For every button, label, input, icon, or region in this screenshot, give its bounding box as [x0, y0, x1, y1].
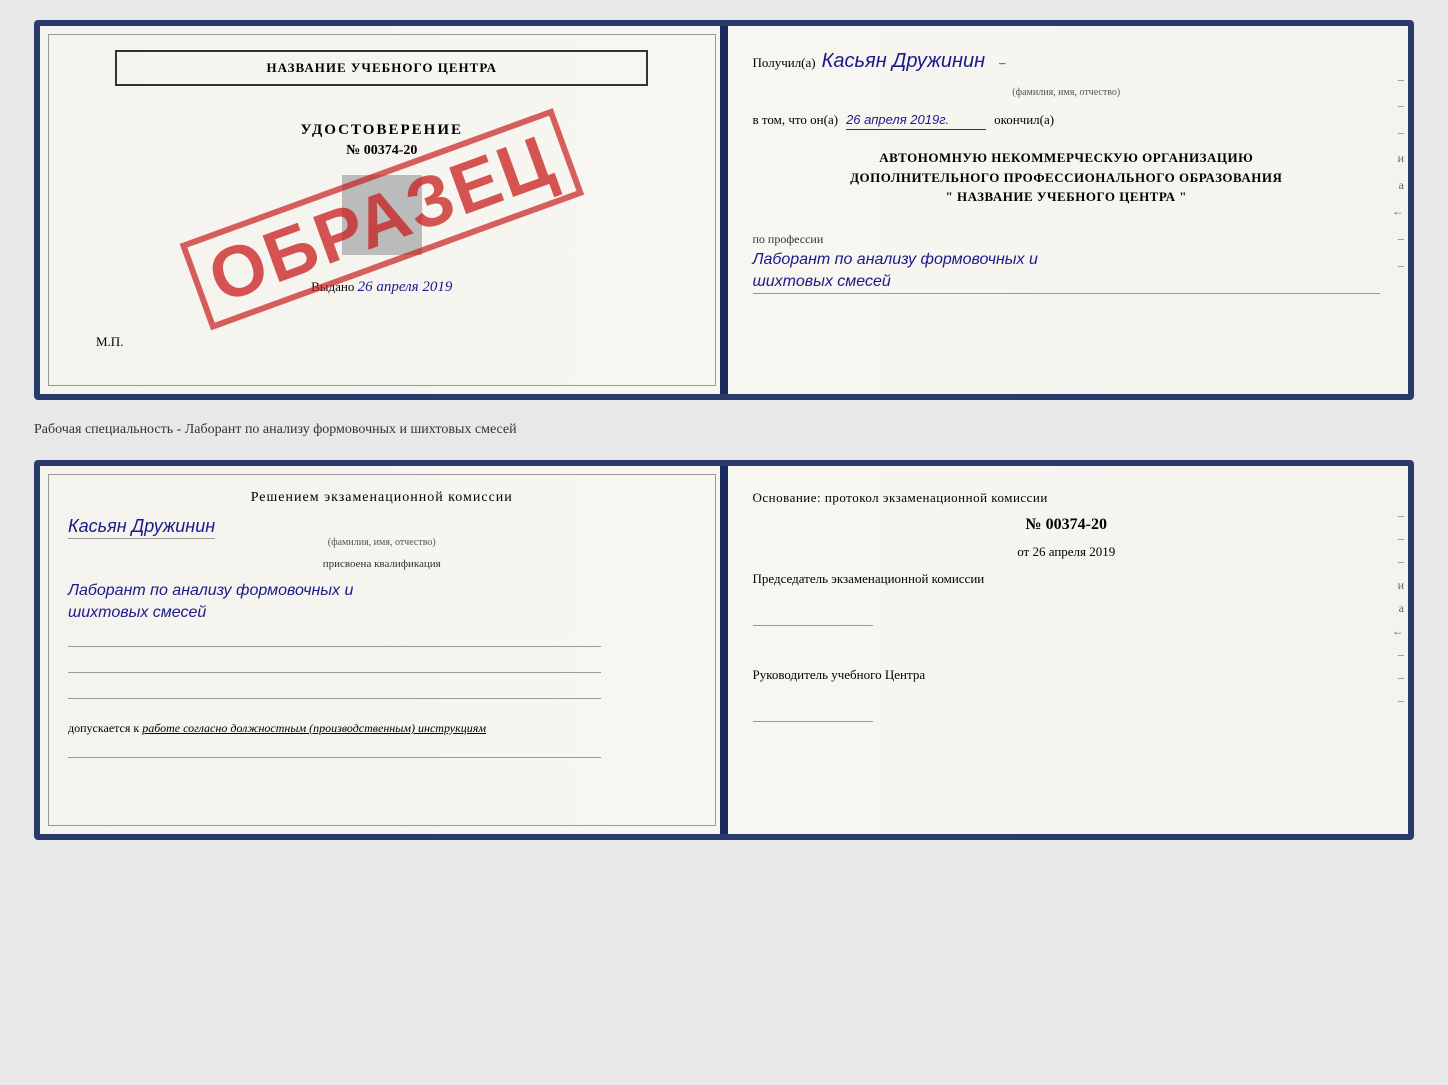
- qual-side-dash-8: –: [1390, 670, 1404, 685]
- side-dash-4: и: [1390, 151, 1404, 166]
- dopuskaetsya-block: допускается к работе согласно должностны…: [68, 721, 696, 736]
- cert-vydano: Выдано 26 апреля 2019: [311, 279, 452, 296]
- document-container: НАЗВАНИЕ УЧЕБНОГО ЦЕНТРА ОБРАЗЕЦ УДОСТОВ…: [34, 20, 1414, 840]
- qual-left-page: Решением экзаменационной комиссии Касьян…: [40, 466, 725, 834]
- cert-mp: М.П.: [96, 334, 123, 350]
- cert-right-content: Получил(а) Касьян Дружинин – (фамилия, и…: [753, 50, 1381, 294]
- protocol-date: от 26 апреля 2019: [753, 544, 1381, 560]
- side-dash-1: –: [1390, 72, 1404, 87]
- dopusk-description: работе согласно должностным (производств…: [142, 721, 486, 735]
- osnovanie-title: Основание: протокол экзаменационной коми…: [753, 490, 1381, 506]
- poluchil-row: Получил(а) Касьян Дружинин –: [753, 50, 1381, 73]
- ot-label: от: [1017, 544, 1029, 559]
- qual-side-dash-6: ←: [1390, 624, 1404, 639]
- org-line2: ДОПОЛНИТЕЛЬНОГО ПРОФЕССИОНАЛЬНОГО ОБРАЗО…: [753, 168, 1381, 188]
- side-dash-3: –: [1390, 125, 1404, 140]
- qual-side-dash-5: а: [1390, 601, 1404, 616]
- komissia-title: Решением экзаменационной комиссии: [68, 490, 696, 506]
- ot-date: 26 апреля 2019: [1032, 544, 1115, 559]
- po-professii-label: по профессии: [753, 232, 824, 246]
- qual-right-content: Основание: протокол экзаменационной коми…: [753, 490, 1381, 726]
- profession-name: Лаборант по анализу формовочных и шихтов…: [753, 249, 1381, 295]
- cert-udost-block: УДОСТОВЕРЕНИЕ № 00374-20: [301, 122, 464, 159]
- qualification-book: Решением экзаменационной комиссии Касьян…: [34, 460, 1414, 840]
- qual-name-block: Касьян Дружинин (фамилия, имя, отчество): [68, 516, 696, 548]
- qual-side-dash-9: –: [1390, 693, 1404, 708]
- cert-number: № 00374-20: [301, 143, 464, 159]
- certificate-book: НАЗВАНИЕ УЧЕБНОГО ЦЕНТРА ОБРАЗЕЦ УДОСТОВ…: [34, 20, 1414, 400]
- spacer: [753, 640, 1381, 656]
- recipient-name: Касьян Дружинин: [822, 50, 985, 73]
- qual-underline-4: [68, 750, 601, 758]
- poluchil-label: Получил(а): [753, 55, 816, 71]
- cert-right-page: Получил(а) Касьян Дружинин – (фамилия, и…: [725, 26, 1409, 394]
- rukovod-sign-line: [753, 698, 873, 722]
- side-dash-2: –: [1390, 98, 1404, 113]
- qual-profession-line1: Лаборант по анализу формовочных и шихтов…: [68, 580, 696, 625]
- cert-title: НАЗВАНИЕ УЧЕБНОГО ЦЕНТРА: [266, 60, 497, 75]
- qual-underline-1: [68, 639, 601, 647]
- predsedatel-sign-line: [753, 602, 873, 626]
- prisvoena-label: присвоена квалификация: [68, 558, 696, 570]
- middle-label: Рабочая специальность - Лаборант по анал…: [34, 416, 1414, 444]
- cert-title-box: НАЗВАНИЕ УЧЕБНОГО ЦЕНТРА: [115, 50, 648, 86]
- predsedatel-label: Председатель экзаменационной комиссии: [753, 570, 1381, 588]
- qual-recipient-name: Касьян Дружинин: [68, 516, 215, 539]
- dopuskaetsya-label: допускается к: [68, 721, 139, 735]
- qual-side-dash-3: –: [1390, 554, 1404, 569]
- protocol-number: № 00374-20: [753, 516, 1381, 534]
- vtom-label: в том, что он(а): [753, 112, 839, 128]
- okончил-label: окончил(а): [994, 112, 1054, 128]
- qual-prof-block: Лаборант по анализу формовочных и шихтов…: [68, 580, 696, 625]
- cert-left-page: НАЗВАНИЕ УЧЕБНОГО ЦЕНТРА ОБРАЗЕЦ УДОСТОВ…: [40, 26, 725, 394]
- qual-side-dash-1: –: [1390, 508, 1404, 523]
- qual-side-dash-7: –: [1390, 647, 1404, 662]
- profession-block: по профессии Лаборант по анализу формово…: [753, 231, 1381, 295]
- qual-side-dash-4: и: [1390, 578, 1404, 593]
- completion-date: 26 апреля 2019г.: [846, 112, 986, 130]
- side-dash-8: –: [1390, 258, 1404, 273]
- cert-udost-label: УДОСТОВЕРЕНИЕ: [301, 122, 464, 139]
- side-dash-5: а: [1390, 178, 1404, 193]
- qual-right-page: Основание: протокол экзаменационной коми…: [725, 466, 1409, 834]
- org-name-block: АВТОНОМНУЮ НЕКОММЕРЧЕСКУЮ ОРГАНИЗАЦИЮ ДО…: [753, 148, 1381, 207]
- qual-underline-2: [68, 665, 601, 673]
- vtom-row: в том, что он(а) 26 апреля 2019г. окончи…: [753, 112, 1381, 130]
- fio-label: (фамилия, имя, отчество): [753, 87, 1381, 98]
- qual-underline-3: [68, 691, 601, 699]
- cert-photo-placeholder: [342, 175, 422, 255]
- cert-vydano-date: 26 апреля 2019: [358, 279, 453, 295]
- rukovod-label: Руководитель учебного Центра: [753, 666, 1381, 684]
- side-dash-7: –: [1390, 231, 1404, 246]
- qual-left-content: Решением экзаменационной комиссии Касьян…: [68, 490, 696, 762]
- org-name: " НАЗВАНИЕ УЧЕБНОГО ЦЕНТРА ": [753, 187, 1381, 207]
- side-dash-6: ←: [1390, 204, 1404, 219]
- org-line1: АВТОНОМНУЮ НЕКОММЕРЧЕСКУЮ ОРГАНИЗАЦИЮ: [753, 148, 1381, 168]
- qual-side-dash-2: –: [1390, 531, 1404, 546]
